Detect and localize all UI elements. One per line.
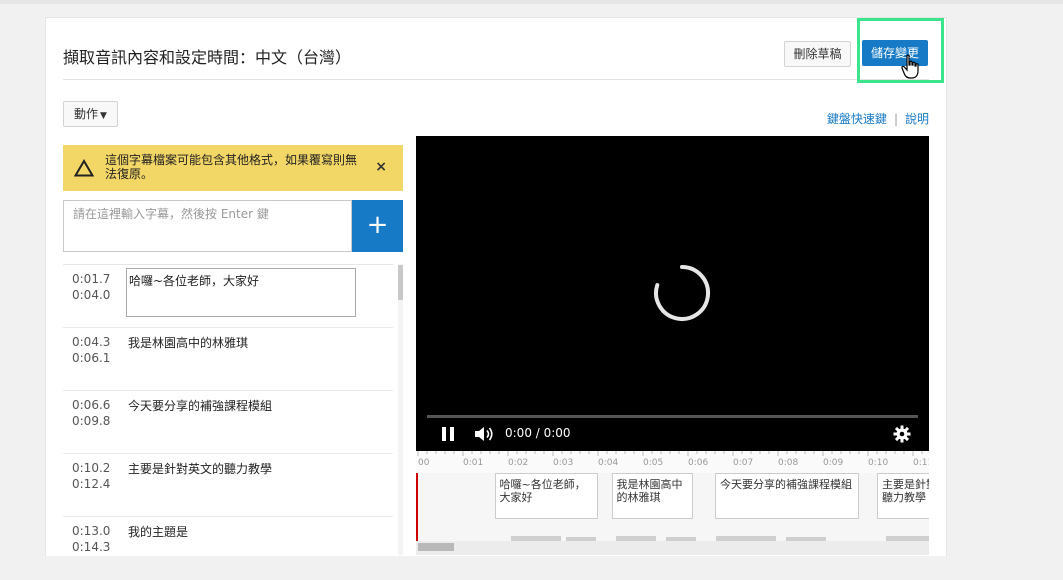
caption-input[interactable]: [63, 200, 352, 252]
caption-text-editor[interactable]: 哈囉~各位老師，大家好: [126, 268, 356, 317]
link-separator: |: [893, 112, 898, 126]
discard-draft-button[interactable]: 刪除草稿: [784, 41, 851, 67]
caption-text[interactable]: 主要是針對英文的聽力教學: [128, 460, 272, 477]
caption-row[interactable]: 0:06.6 0:09.8 今天要分享的補強課程模組: [63, 391, 393, 454]
timeline-caption-segment[interactable]: 今天要分享的補強課程模組: [715, 473, 859, 519]
hand-cursor-icon: [901, 54, 919, 79]
timeline-tick-label: 00: [418, 458, 430, 468]
loading-spinner-icon: [654, 265, 711, 321]
add-caption-button[interactable]: +: [352, 200, 403, 252]
timeline-tick-label: 0:05: [643, 458, 664, 468]
pause-icon[interactable]: [440, 426, 456, 442]
caption-row[interactable]: 0:13.0 0:14.3 我的主題是: [63, 517, 393, 580]
video-player[interactable]: 0:00 / 0:00: [416, 136, 929, 451]
format-warning-banner: 這個字幕檔案可能包含其他格式，如果覆寫則無法復原。 ×: [63, 145, 403, 191]
playback-time: 0:00 / 0:00: [505, 426, 571, 440]
volume-icon[interactable]: [474, 425, 494, 443]
caption-end-time[interactable]: 0:14.3: [72, 540, 110, 554]
video-progress-bar[interactable]: [427, 415, 918, 418]
caption-text[interactable]: 我的主題是: [128, 523, 188, 540]
timeline-scrollbar[interactable]: [416, 541, 929, 555]
caption-start-time[interactable]: 0:13.0: [72, 524, 110, 538]
top-divider: [0, 0, 1063, 4]
warning-icon: [74, 159, 94, 177]
timeline-caption-segment[interactable]: 哈囉~各位老師，大家好: [494, 473, 598, 519]
audio-waveform: [511, 536, 929, 542]
timeline-ruler: 00 0:01 0:02 0:03 0:04 0:05 0:06 0:07 0:08 0:09 0:…: [416, 451, 929, 473]
timeline-tick-label: 0:04: [598, 458, 619, 468]
actions-dropdown[interactable]: 動作 ▼: [63, 101, 118, 127]
caption-row[interactable]: 0:04.3 0:06.1 我是林園高中的林雅琪: [63, 328, 393, 391]
caption-list-scroll-thumb[interactable]: [398, 265, 403, 300]
timeline-caption-segment[interactable]: 主要是針對英文的聽力教學: [877, 473, 929, 519]
caption-end-time[interactable]: 0:09.8: [72, 414, 110, 428]
title-divider: [63, 79, 929, 80]
timeline-tick-label: 0:03: [553, 458, 574, 468]
timeline-tick-marks: [417, 451, 923, 456]
caption-end-time[interactable]: 0:04.0: [72, 288, 110, 302]
caption-text[interactable]: 今天要分享的補強課程模組: [128, 397, 272, 414]
caption-start-time[interactable]: 0:10.2: [72, 461, 110, 475]
caption-start-time[interactable]: 0:04.3: [72, 335, 110, 349]
caret-down-icon: ▼: [100, 111, 107, 121]
timeline-scroll-thumb[interactable]: [418, 543, 454, 551]
caption-row[interactable]: 0:10.2 0:12.4 主要是針對英文的聽力教學: [63, 454, 393, 517]
caption-text[interactable]: 我是林園高中的林雅琪: [128, 334, 248, 351]
timeline-playhead[interactable]: [416, 473, 418, 541]
page-title: 擷取音訊內容和設定時間：中文（台灣）: [63, 48, 352, 67]
timeline-tick-label: 0:10: [868, 458, 889, 468]
keyboard-shortcuts-link[interactable]: 鍵盤快速鍵: [827, 112, 887, 126]
timeline-tick-label: 0:08: [778, 458, 799, 468]
timeline-tick-label: 0:01: [463, 458, 484, 468]
caption-end-time[interactable]: 0:12.4: [72, 477, 110, 491]
actions-label: 動作: [74, 107, 99, 121]
caption-end-time[interactable]: 0:06.1: [72, 351, 110, 365]
caption-start-time[interactable]: 0:06.6: [72, 398, 110, 412]
timeline-caption-segment[interactable]: 我是林園高中的林雅琪: [611, 473, 693, 519]
timeline-tick-label: 0:07: [733, 458, 754, 468]
close-icon[interactable]: ×: [375, 159, 387, 175]
caption-list-scrollbar[interactable]: [398, 264, 403, 555]
caption-row[interactable]: 0:01.7 0:04.0 哈囉~各位老師，大家好: [63, 265, 393, 328]
warning-text: 這個字幕檔案可能包含其他格式，如果覆寫則無法復原。: [105, 153, 358, 181]
help-links: 鍵盤快速鍵 | 說明: [827, 110, 929, 127]
timeline-tick-label: 0:09: [823, 458, 844, 468]
caption-timeline[interactable]: 00 0:01 0:02 0:03 0:04 0:05 0:06 0:07 0:08 0:09 0:…: [416, 451, 929, 555]
help-link[interactable]: 說明: [905, 112, 929, 126]
timeline-tick-label: 0:02: [508, 458, 529, 468]
timeline-tick-label: 0:11: [913, 458, 929, 468]
gear-icon[interactable]: [893, 425, 911, 443]
timeline-tick-label: 0:06: [688, 458, 709, 468]
caption-start-time[interactable]: 0:01.7: [72, 272, 110, 286]
